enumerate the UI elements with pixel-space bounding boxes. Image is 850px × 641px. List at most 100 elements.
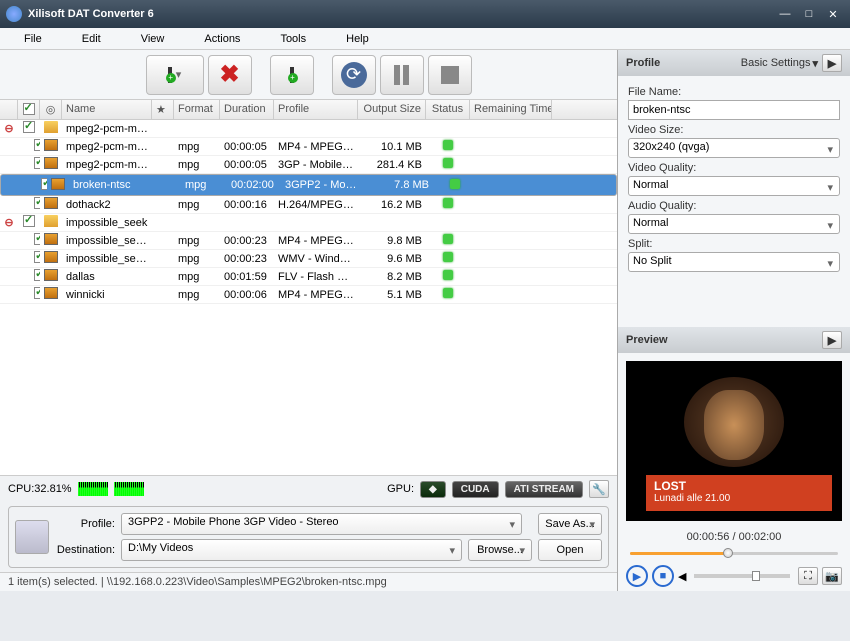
- menubar: File Edit View Actions Tools Help: [0, 28, 850, 50]
- col-name[interactable]: Name: [62, 100, 152, 119]
- cell-name: mpeg2-pcm-mis...: [62, 121, 152, 137]
- col-output[interactable]: Output Size: [358, 100, 426, 119]
- filename-label: File Name:: [628, 86, 840, 98]
- status-led-icon: [443, 252, 453, 262]
- row-checkbox[interactable]: [34, 233, 40, 245]
- menu-edit[interactable]: Edit: [62, 33, 121, 45]
- convert-button[interactable]: ⟳: [332, 55, 376, 95]
- profile-expand-button[interactable]: ▶: [822, 54, 842, 72]
- preview-seek-slider[interactable]: [630, 547, 838, 559]
- collapse-icon[interactable]: ⊖: [4, 123, 13, 135]
- audioquality-select[interactable]: Normal: [628, 214, 840, 234]
- open-button[interactable]: Open: [538, 539, 602, 561]
- table-row[interactable]: impossible_seek...mpg00:00:23WMV - Windo…: [0, 250, 617, 268]
- row-checkbox[interactable]: [34, 251, 40, 263]
- destination-select[interactable]: D:\My Videos: [121, 539, 462, 561]
- row-checkbox[interactable]: [23, 121, 35, 133]
- split-select[interactable]: No Split: [628, 252, 840, 272]
- cell-format: mpg: [174, 233, 220, 249]
- row-checkbox[interactable]: [34, 139, 40, 151]
- save-as-button[interactable]: Save As...: [538, 513, 602, 535]
- filename-input[interactable]: [628, 100, 840, 120]
- maximize-button[interactable]: □: [798, 5, 820, 23]
- cell-format: mpg: [174, 287, 220, 303]
- status-led-icon: [443, 270, 453, 280]
- menu-tools[interactable]: Tools: [260, 33, 326, 45]
- stop-button[interactable]: [428, 55, 472, 95]
- profile-label: Profile:: [55, 518, 115, 530]
- add-file-button[interactable]: +▾: [146, 55, 204, 95]
- file-icon: [44, 269, 58, 281]
- snapshot-button[interactable]: 📷: [822, 567, 842, 585]
- videosize-select[interactable]: 320x240 (qvga): [628, 138, 840, 158]
- table-row[interactable]: dallasmpg00:01:59FLV - Flash Vid...8.2 M…: [0, 268, 617, 286]
- col-format[interactable]: Format: [174, 100, 220, 119]
- table-row[interactable]: impossible_seek...mpg00:00:23MP4 - MPEG-…: [0, 232, 617, 250]
- row-checkbox[interactable]: [23, 215, 35, 227]
- cell-profile: [274, 127, 358, 131]
- add-profile-button[interactable]: +: [270, 55, 314, 95]
- menu-view[interactable]: View: [121, 33, 185, 45]
- audioquality-label: Audio Quality:: [628, 200, 840, 212]
- menu-file[interactable]: File: [4, 33, 62, 45]
- table-row[interactable]: mpeg2-pcm-mis...mpg00:00:05MP4 - MPEG-4 …: [0, 138, 617, 156]
- split-label: Split:: [628, 238, 840, 250]
- cpu-label: CPU:32.81%: [8, 483, 72, 495]
- col-profile[interactable]: Profile: [274, 100, 358, 119]
- cell-output: 8.2 MB: [358, 269, 426, 285]
- row-checkbox[interactable]: [34, 157, 40, 169]
- settings-button[interactable]: 🔧: [589, 480, 609, 498]
- cell-duration: [220, 127, 274, 131]
- col-duration[interactable]: Duration: [220, 100, 274, 119]
- preview-expand-button[interactable]: ▶: [822, 331, 842, 349]
- check-all[interactable]: [23, 103, 35, 115]
- cell-output: [358, 221, 426, 225]
- cell-output: [358, 127, 426, 131]
- volume-slider[interactable]: [694, 574, 790, 578]
- table-row[interactable]: broken-ntscmpg00:02:003GPP2 - Mobil...7.…: [0, 174, 617, 196]
- preview-stop-button[interactable]: ■: [652, 565, 674, 587]
- preview-video[interactable]: LOST Lunadi alle 21.00: [626, 361, 842, 521]
- col-remaining[interactable]: Remaining Time: [470, 100, 552, 119]
- profile-select[interactable]: 3GPP2 - Mobile Phone 3GP Video - Stereo: [121, 513, 522, 535]
- cell-duration: 00:01:59: [220, 269, 274, 285]
- preview-controls: ▶ ■ ◀ ⛶ 📷: [618, 561, 850, 591]
- cell-format: mpg: [174, 197, 220, 213]
- play-button[interactable]: ▶: [626, 565, 648, 587]
- menu-actions[interactable]: Actions: [184, 33, 260, 45]
- row-checkbox[interactable]: [34, 269, 40, 281]
- row-checkbox[interactable]: [34, 287, 40, 299]
- table-row[interactable]: winnickimpg00:00:06MP4 - MPEG-4 ...5.1 M…: [0, 286, 617, 304]
- minimize-button[interactable]: —: [774, 5, 796, 23]
- pause-button[interactable]: [380, 55, 424, 95]
- row-checkbox[interactable]: [41, 178, 47, 190]
- folder-icon: [44, 215, 58, 227]
- status-led-icon: [443, 140, 453, 150]
- cell-profile: MP4 - MPEG-4 ...: [274, 287, 358, 303]
- file-icon: [44, 157, 58, 169]
- cell-name: dallas: [62, 269, 152, 285]
- delete-button[interactable]: ✖: [208, 55, 252, 95]
- collapse-icon[interactable]: ⊖: [4, 217, 13, 229]
- table-row[interactable]: mpeg2-pcm-mis...mpg00:00:053GP - Mobile …: [0, 156, 617, 174]
- table-group-row[interactable]: ⊖impossible_seek: [0, 214, 617, 232]
- fullscreen-button[interactable]: ⛶: [798, 567, 818, 585]
- menu-help[interactable]: Help: [326, 33, 389, 45]
- browse-button[interactable]: Browse...: [468, 539, 532, 561]
- file-grid[interactable]: ◎ Name ★ Format Duration Profile Output …: [0, 100, 617, 475]
- speaker-icon[interactable]: ◀: [678, 570, 686, 583]
- profile-box: Profile: 3GPP2 - Mobile Phone 3GP Video …: [8, 506, 609, 568]
- videosize-label: Video Size:: [628, 124, 840, 136]
- table-row[interactable]: dothack2mpg00:00:16H.264/MPEG4 ...16.2 M…: [0, 196, 617, 214]
- cell-output: 10.1 MB: [358, 139, 426, 155]
- cuda-badge: CUDA: [452, 481, 499, 498]
- table-group-row[interactable]: ⊖ mpeg2-pcm-mis...: [0, 120, 617, 138]
- close-button[interactable]: ✕: [822, 5, 844, 23]
- videoquality-select[interactable]: Normal: [628, 176, 840, 196]
- videoquality-label: Video Quality:: [628, 162, 840, 174]
- profile-mode[interactable]: Basic Settings: [741, 57, 811, 69]
- col-status[interactable]: Status: [426, 100, 470, 119]
- pause-icon: [394, 65, 409, 85]
- cell-duration: [220, 221, 274, 225]
- row-checkbox[interactable]: [34, 197, 40, 209]
